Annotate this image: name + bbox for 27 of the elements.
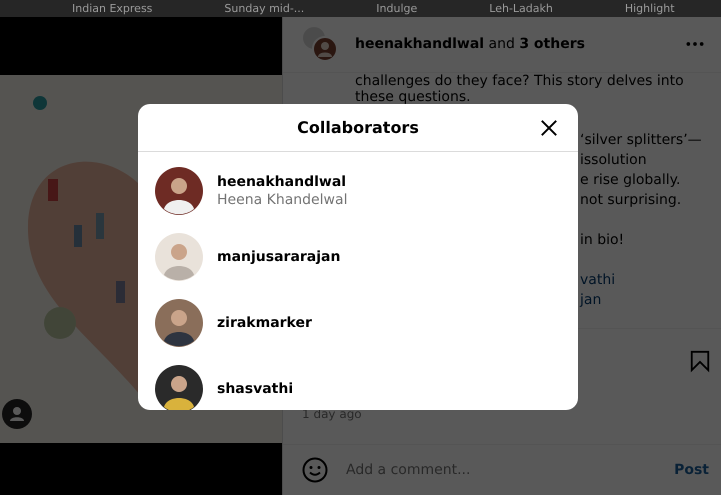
dialog-title: Collaborators (297, 118, 419, 137)
caption-text: challenges do they face? This story delves into (355, 72, 684, 89)
highlight-label[interactable]: Leh-Ladakh (489, 0, 553, 17)
highlight-label[interactable]: Indian Express (72, 0, 152, 17)
person-icon[interactable] (2, 399, 32, 429)
caption-text: e rise globally. (580, 172, 680, 188)
close-icon[interactable] (540, 119, 558, 137)
post-authors[interactable]: heenakhandlwal and 3 others (355, 36, 685, 52)
username-link[interactable]: shasvathi (217, 381, 294, 397)
bookmark-icon[interactable] (689, 349, 711, 374)
username-link[interactable]: zirakmarker (217, 315, 312, 331)
more-icon[interactable] (685, 41, 705, 48)
avatar-icon[interactable] (155, 167, 203, 215)
avatar-icon[interactable] (155, 365, 203, 410)
full-name: Heena Khandelwal (217, 192, 348, 208)
highlight-label[interactable]: Sunday mid-... (224, 0, 304, 17)
username-link[interactable]: manjusararajan (217, 249, 340, 265)
highlight-label[interactable]: Indulge (376, 0, 418, 17)
caption-text: issolution (580, 152, 647, 168)
smiley-icon[interactable] (302, 457, 328, 484)
caption-text: ‘silver splitters’— (580, 132, 702, 148)
caption-text: in bio! (580, 232, 624, 248)
caption-text: these questions. (355, 88, 471, 105)
highlight-label[interactable]: Highlight (624, 0, 675, 17)
username-link[interactable]: heenakhandlwal (217, 174, 348, 190)
avatar-icon[interactable] (155, 299, 203, 347)
caption-text: not surprising. (580, 192, 682, 208)
